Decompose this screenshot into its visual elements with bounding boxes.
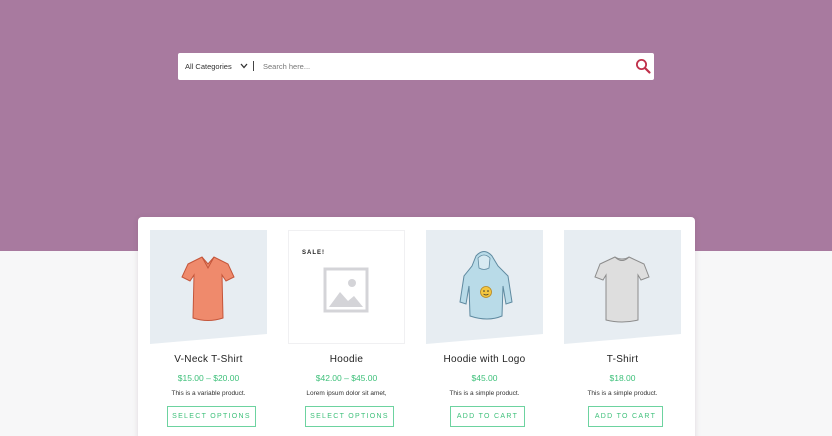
- product-card: V-Neck T-Shirt $15.00 – $20.00 This is a…: [150, 230, 267, 436]
- hero-banner: [0, 0, 832, 251]
- sale-badge: SALE!: [302, 250, 325, 256]
- product-description: This is a variable product.: [171, 390, 246, 397]
- product-description: This is a simple product.: [587, 390, 658, 397]
- add-to-cart-button[interactable]: ADD TO CART: [588, 406, 663, 427]
- product-description: This is a simple product.: [449, 390, 520, 397]
- chevron-down-icon[interactable]: [240, 63, 248, 69]
- search-input[interactable]: [263, 57, 623, 76]
- search-icon[interactable]: [634, 57, 652, 75]
- select-options-button[interactable]: SELECT OPTIONS: [167, 406, 256, 427]
- select-options-button[interactable]: SELECT OPTIONS: [305, 406, 394, 427]
- product-title[interactable]: Hoodie: [288, 354, 405, 365]
- product-title[interactable]: Hoodie with Logo: [426, 354, 543, 365]
- product-description: Lorem ipsum dolor sit amet,: [306, 390, 387, 397]
- product-price: $15.00 – $20.00: [177, 373, 240, 383]
- product-title[interactable]: V-Neck T-Shirt: [150, 354, 267, 365]
- category-label: All Categories: [185, 62, 232, 71]
- product-image[interactable]: [150, 230, 267, 344]
- product-image[interactable]: [564, 230, 681, 344]
- product-price: $45.00: [471, 373, 498, 383]
- product-price: $18.00: [609, 373, 636, 383]
- product-image[interactable]: SALE!: [288, 230, 405, 344]
- search-divider: [253, 61, 254, 71]
- product-card: SALE! Hoodie $42.00 – $45.00 Lorem ipsum…: [288, 230, 405, 436]
- product-card: Hoodie with Logo $45.00 This is a simple…: [426, 230, 543, 436]
- add-to-cart-button[interactable]: ADD TO CART: [450, 406, 525, 427]
- product-title[interactable]: T-Shirt: [564, 354, 681, 365]
- product-image[interactable]: [426, 230, 543, 344]
- product-card: T-Shirt $18.00 This is a simple product.…: [564, 230, 681, 436]
- product-price: $42.00 – $45.00: [315, 373, 378, 383]
